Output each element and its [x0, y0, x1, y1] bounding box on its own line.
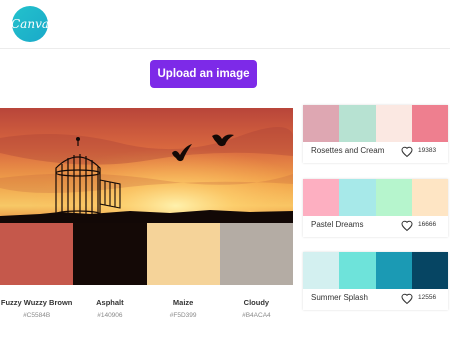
swatch-cloudy[interactable]	[219, 223, 293, 285]
palette-color[interactable]	[375, 105, 412, 142]
image-color-swatches	[0, 223, 293, 285]
color-hex: #C5584B	[23, 312, 51, 319]
color-label: Asphalt #140906	[73, 298, 146, 321]
palette-color[interactable]	[339, 105, 376, 142]
palette-color[interactable]	[303, 179, 340, 216]
color-label: Maize #F5D399	[147, 298, 220, 321]
palette-color[interactable]	[411, 105, 448, 142]
palette-color[interactable]	[411, 252, 448, 289]
palette-color[interactable]	[339, 179, 376, 216]
palette-card-rosettes-and-cream[interactable]: Rosettes and Cream 19383	[303, 105, 448, 163]
palette-strip	[303, 105, 448, 142]
palette-color[interactable]	[303, 252, 340, 289]
top-bar: Canva	[0, 0, 450, 49]
palette-name: Rosettes and Cream	[311, 146, 385, 155]
like-count: 16666	[418, 221, 437, 228]
color-name: Maize	[172, 298, 194, 307]
heart-icon[interactable]	[401, 293, 413, 305]
palette-color[interactable]	[339, 252, 376, 289]
swatch-asphalt[interactable]	[73, 223, 147, 285]
palette-card-summer-splash[interactable]: Summer Splash 12556	[303, 252, 448, 310]
color-label: Fuzzy Wuzzy Brown #C5584B	[0, 298, 73, 321]
swatch-fuzzy-wuzzy-brown[interactable]	[0, 223, 74, 285]
color-hex: #F5D399	[169, 312, 197, 319]
swatch-maize[interactable]	[146, 223, 220, 285]
palette-strip	[303, 252, 448, 289]
color-hex: #B4ACA4	[242, 312, 271, 319]
like-count: 19383	[418, 147, 437, 154]
palette-strip	[303, 179, 448, 216]
palette-name: Pastel Dreams	[311, 220, 364, 229]
color-label: Cloudy #B4ACA4	[220, 298, 293, 321]
palette-card-pastel-dreams[interactable]: Pastel Dreams 16666	[303, 179, 448, 237]
palette-name: Summer Splash	[311, 293, 368, 302]
palette-color[interactable]	[375, 252, 412, 289]
color-name: Cloudy	[243, 298, 270, 307]
palette-color[interactable]	[303, 105, 340, 142]
color-name: Asphalt	[96, 298, 124, 307]
palette-color[interactable]	[375, 179, 412, 216]
color-hex: #140906	[97, 312, 123, 319]
canva-logo[interactable]: Canva	[11, 6, 49, 42]
like-count: 12556	[418, 294, 437, 301]
palette-color[interactable]	[411, 179, 448, 216]
logo-text: Canva	[11, 17, 49, 31]
uploaded-image	[0, 108, 293, 223]
sunset-birdcage-photo	[0, 108, 293, 223]
color-name: Fuzzy Wuzzy Brown	[0, 298, 73, 307]
swatch-labels: Fuzzy Wuzzy Brown #C5584B Asphalt #14090…	[0, 298, 293, 321]
heart-icon[interactable]	[401, 146, 413, 158]
upload-image-button[interactable]: Upload an image	[150, 60, 257, 88]
heart-icon[interactable]	[401, 220, 413, 232]
